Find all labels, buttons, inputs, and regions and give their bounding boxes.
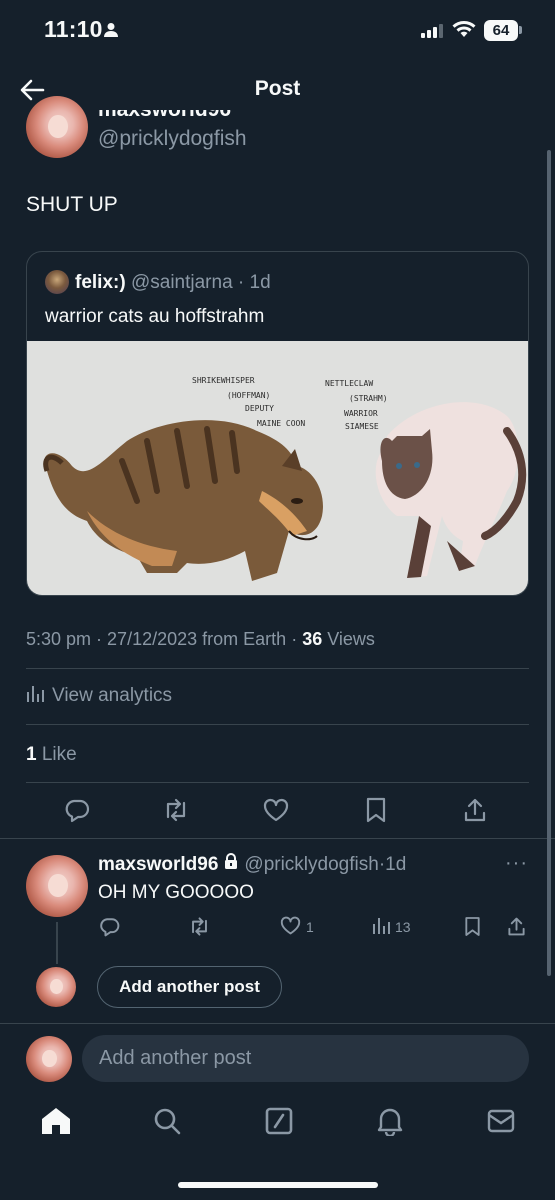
views-count: 36 <box>302 629 323 649</box>
battery-indicator: 64 <box>484 20 518 41</box>
share-icon <box>507 916 526 940</box>
image-label-left-3: DEPUTY <box>245 404 274 413</box>
reply-reply-button[interactable] <box>99 916 120 940</box>
post-meta: 5:30 pm · 27/12/2023 from Earth · 36 Vie… <box>26 629 375 649</box>
my-avatar <box>36 967 76 1007</box>
quote-avatar <box>45 270 69 294</box>
image-label-right-1: NETTLECLAW <box>325 379 373 388</box>
reply-share-button[interactable] <box>507 916 526 940</box>
post-source: from Earth <box>202 629 287 649</box>
add-another-post-button[interactable]: Add another post <box>97 966 282 1008</box>
nav-compose[interactable] <box>264 1107 294 1140</box>
likes-label: Like <box>41 744 77 765</box>
quote-image[interactable]: SHRIKEWHISPER (HOFFMAN) DEPUTY MAINE COO… <box>27 341 528 595</box>
analytics-icon <box>372 916 390 937</box>
author-avatar[interactable] <box>26 96 88 158</box>
quote-author-name: felix:) <box>75 272 126 293</box>
bookmark-icon <box>464 916 481 940</box>
nav-home[interactable] <box>41 1107 71 1140</box>
image-label-left-2: (HOFFMAN) <box>227 391 270 400</box>
compose-icon <box>265 1107 293 1140</box>
nav-messages[interactable] <box>486 1108 516 1138</box>
repost-button[interactable] <box>162 798 190 826</box>
share-icon <box>463 797 487 828</box>
bookmark-icon <box>365 797 387 828</box>
quoted-post-card[interactable]: felix:) @saintjarna · 1d warrior cats au… <box>26 251 529 596</box>
like-button[interactable] <box>262 798 290 826</box>
reply-composer-input[interactable]: Add another post <box>82 1035 529 1082</box>
quote-separator: · <box>232 272 250 293</box>
image-label-right-4: SIAMESE <box>345 422 379 431</box>
quote-time: 1d <box>249 272 271 293</box>
likes-count: 1 <box>26 744 37 765</box>
heart-icon <box>263 798 289 827</box>
siamese-cat-illustration <box>375 402 527 578</box>
home-indicator[interactable] <box>178 1182 378 1188</box>
person-icon <box>103 22 119 43</box>
quote-author-handle: @saintjarna <box>130 272 233 293</box>
reply-author-handle[interactable]: @pricklydogfish <box>244 854 378 876</box>
home-icon <box>41 1107 71 1140</box>
reply-icon <box>99 916 120 940</box>
battery-tip <box>519 26 522 34</box>
quote-text: warrior cats au hoffstrahm <box>45 306 265 327</box>
image-label-left-1: SHRIKEWHISPER <box>192 376 255 385</box>
repost-icon <box>188 916 211 940</box>
reply-button[interactable] <box>63 798 91 826</box>
composer-avatar <box>26 1036 72 1082</box>
view-analytics-link[interactable]: View analytics <box>26 684 172 708</box>
reply-views-button[interactable]: 13 <box>372 916 411 937</box>
lock-icon <box>224 853 238 876</box>
brown-cat-illustration <box>43 420 323 581</box>
views-label: Views <box>327 629 375 649</box>
post-text: SHUT UP <box>26 193 118 216</box>
reply-views-count: 13 <box>395 918 411 935</box>
image-label-right-2: (STRAHM) <box>349 394 388 403</box>
mail-icon <box>487 1109 515 1138</box>
search-icon <box>153 1107 181 1140</box>
likes-summary[interactable]: 1 Like <box>26 744 77 766</box>
thread-line <box>56 922 58 964</box>
reply-author-name[interactable]: maxsworld96 <box>98 854 218 876</box>
divider <box>26 724 529 725</box>
reply-repost-button[interactable] <box>188 916 211 940</box>
reply-header: maxsworld96 @pricklydogfish · 1d <box>98 853 406 876</box>
heart-icon <box>280 916 301 938</box>
scrollbar[interactable] <box>547 150 551 976</box>
cellular-signal-icon <box>421 24 443 43</box>
analytics-label: View analytics <box>52 685 173 706</box>
bell-icon <box>376 1106 404 1141</box>
author-handle[interactable]: @pricklydogfish <box>98 127 247 151</box>
reply-author-avatar[interactable] <box>26 855 88 917</box>
share-button[interactable] <box>461 798 489 826</box>
analytics-icon <box>26 684 44 708</box>
bookmark-button[interactable] <box>362 797 390 828</box>
reply-like-button[interactable]: 1 <box>280 916 314 938</box>
more-options-icon[interactable]: ··· <box>505 852 528 875</box>
image-label-right-3: WARRIOR <box>344 409 378 418</box>
reply-like-count: 1 <box>306 919 314 935</box>
wifi-icon <box>452 20 476 43</box>
divider <box>0 1023 555 1024</box>
nav-search[interactable] <box>152 1108 182 1138</box>
reply-bookmark-button[interactable] <box>464 916 481 940</box>
reply-icon <box>64 797 90 828</box>
divider <box>26 668 529 669</box>
status-time: 11:10 <box>44 16 103 42</box>
post-time: 5:30 pm <box>26 629 92 649</box>
post-date: 27/12/2023 <box>107 629 198 649</box>
author-name[interactable]: maxsworld96 <box>98 110 231 120</box>
divider <box>26 782 529 783</box>
divider <box>0 838 555 839</box>
nav-notifications[interactable] <box>375 1108 405 1138</box>
page-title: Post <box>254 77 301 100</box>
repost-icon <box>162 797 190 828</box>
quote-header: felix:) @saintjarna · 1d <box>75 272 271 294</box>
image-label-left-4: MAINE COON <box>257 419 305 428</box>
reply-text: OH MY GOOOOO <box>98 882 254 903</box>
reply-time: 1d <box>385 853 407 875</box>
